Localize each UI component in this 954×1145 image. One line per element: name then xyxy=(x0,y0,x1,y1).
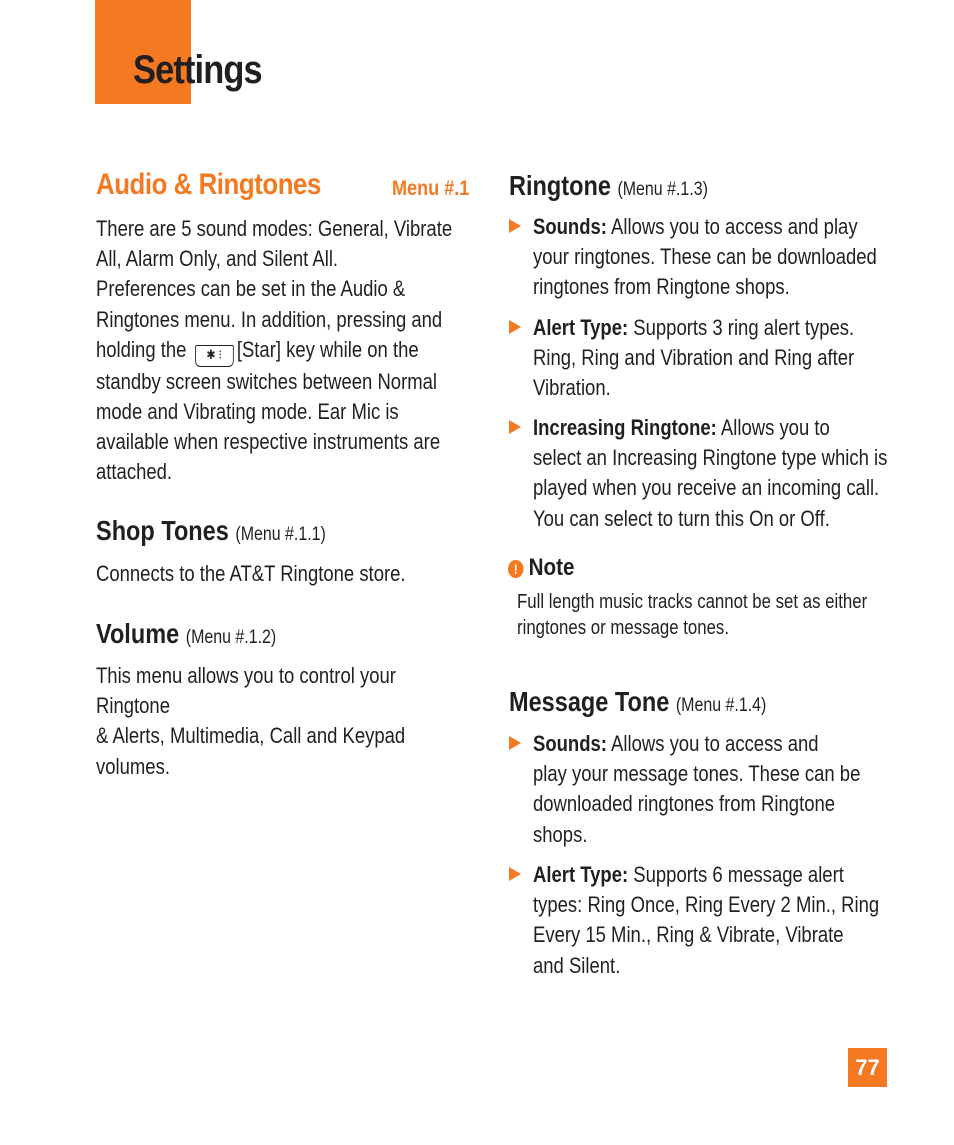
text-line: and Silent. xyxy=(533,952,621,978)
text-line: available when respective instruments ar… xyxy=(96,429,441,455)
page-title: Settings xyxy=(133,48,263,92)
text-line: types: Ring Once, Ring Every 2 Min., Rin… xyxy=(533,892,880,918)
menu-ref: (Menu #.1.2) xyxy=(185,627,277,648)
menu-ref: (Menu #.1.1) xyxy=(235,524,326,545)
text-line: played when you receive an incoming call… xyxy=(533,475,880,501)
bullet-text: Alert Type: Supports 6 message alert typ… xyxy=(533,860,886,981)
bullet-arrow-icon xyxy=(509,867,521,881)
bullet-text: Sounds: Allows you to access and play yo… xyxy=(533,729,886,850)
heading-text: Message Tone xyxy=(509,686,670,717)
text-fragment: [Star] key while on the xyxy=(236,336,419,362)
text-line: volumes. xyxy=(96,753,170,779)
text-fragment: Allows you to access and xyxy=(606,731,819,756)
bullet-arrow-icon xyxy=(509,219,521,233)
text-fragment: Supports 3 ring alert types. xyxy=(628,315,855,340)
page-number: 77 xyxy=(848,1048,887,1087)
heading-text: Note xyxy=(528,554,575,581)
audio-menu-ref: Menu #.1 xyxy=(392,177,470,200)
text-line: play your message tones. These can be xyxy=(533,761,861,787)
bullet-arrow-icon xyxy=(509,420,521,434)
text-line: attached. xyxy=(96,459,173,485)
text-line: mode and Vibrating mode. Ear Mic is xyxy=(96,399,399,425)
shop-tones-text: Connects to the AT&T Ringtone store. xyxy=(96,561,406,586)
text-line: select an Increasing Ringtone type which… xyxy=(533,445,888,471)
warning-icon: ! xyxy=(508,560,524,578)
text-line: All, Alarm Only, and Silent All. xyxy=(96,246,339,272)
heading-text: Volume xyxy=(96,618,180,649)
bullet-label: Alert Type: xyxy=(533,862,629,887)
text-line: standby screen switches between Normal xyxy=(96,368,438,394)
message-tone-heading: Message Tone (Menu #.1.4) xyxy=(509,686,766,718)
bullet-text: Sounds: Allows you to access and play yo… xyxy=(533,212,886,303)
heading-text: Ringtone xyxy=(509,170,611,201)
bullet-text: Increasing Ringtone: Allows you to selec… xyxy=(533,413,903,534)
heading-text: Shop Tones xyxy=(96,515,229,546)
text-line: Ringtones menu. In addition, pressing an… xyxy=(96,306,443,332)
bullet-label: Increasing Ringtone: xyxy=(533,415,717,440)
text-line: Every 15 Min., Ring & Vibrate, Vibrate xyxy=(533,922,844,948)
text-line: ringtones from Ringtone shops. xyxy=(533,274,790,300)
bullet-label: Sounds: xyxy=(533,214,607,239)
note-heading: ! Note xyxy=(508,554,575,582)
text-line: Full length music tracks cannot be set a… xyxy=(517,591,868,613)
text-line: holding the ✱ ⁝ [Star] key while on the xyxy=(96,335,474,367)
text-fragment: Allows you to access and play xyxy=(606,214,858,239)
text-fragment: Allows you to xyxy=(716,415,830,440)
bullet-label: Alert Type: xyxy=(533,315,629,340)
text-line: This menu allows you to control your Rin… xyxy=(96,663,396,719)
text-line: Ring, Ring and Vibration and Ring after xyxy=(533,345,855,371)
text-line: Preferences can be set in the Audio & xyxy=(96,276,406,302)
text-fragment: Supports 6 message alert xyxy=(628,862,844,887)
text-line: There are 5 sound modes: General, Vibrat… xyxy=(96,216,453,241)
bullet-arrow-icon xyxy=(509,736,521,750)
volume-heading: Volume (Menu #.1.2) xyxy=(96,618,276,650)
text-fragment: holding the xyxy=(96,336,187,362)
menu-ref: (Menu #.1.3) xyxy=(617,179,708,200)
text-line: You can select to turn this On or Off. xyxy=(533,505,830,531)
menu-ref: (Menu #.1.4) xyxy=(675,695,767,716)
audio-ringtones-heading: Audio & Ringtones xyxy=(96,168,321,201)
text-line: Vibration. xyxy=(533,375,611,401)
text-line: ringtones or message tones. xyxy=(517,617,729,639)
volume-text: This menu allows you to control your Rin… xyxy=(96,661,474,782)
ringtone-heading: Ringtone (Menu #.1.3) xyxy=(509,170,708,202)
text-line: your ringtones. These can be downloaded xyxy=(533,244,877,270)
text-line: shops. xyxy=(533,821,588,847)
text-line: downloaded ringtones from Ringtone xyxy=(533,791,836,817)
audio-description: There are 5 sound modes: General, Vibrat… xyxy=(96,214,474,488)
note-text: Full length music tracks cannot be set a… xyxy=(517,589,895,641)
shop-tones-heading: Shop Tones (Menu #.1.1) xyxy=(96,515,326,547)
text-line: & Alerts, Multimedia, Call and Keypad xyxy=(96,723,406,749)
bullet-label: Sounds: xyxy=(533,731,607,756)
star-key-icon: ✱ ⁝ xyxy=(194,344,234,367)
bullet-text: Alert Type: Supports 3 ring alert types.… xyxy=(533,313,886,404)
bullet-arrow-icon xyxy=(509,320,521,334)
